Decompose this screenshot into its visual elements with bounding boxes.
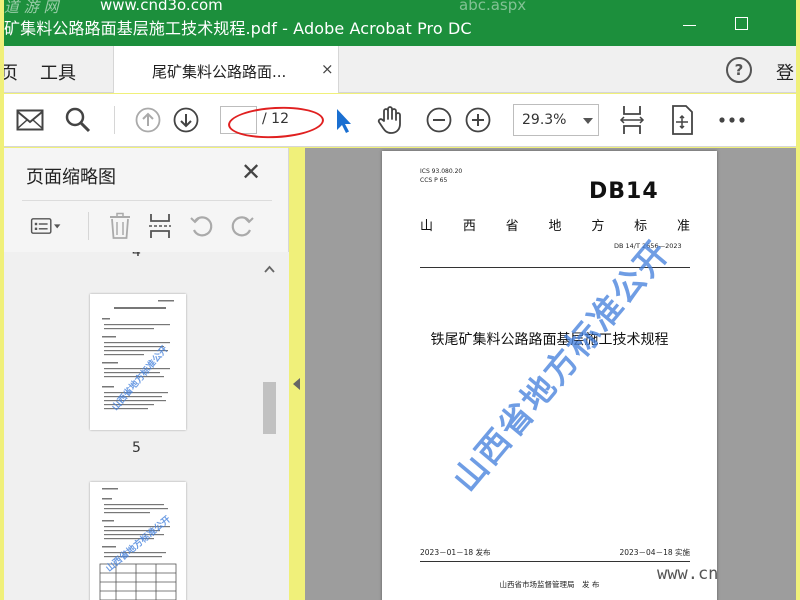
ccs-line: CCS P 65 <box>420 177 448 184</box>
thumbnail-options-icon[interactable] <box>30 210 62 242</box>
more-icon[interactable] <box>716 104 748 136</box>
svg-text:山西省地方标准公开: 山西省地方标准公开 <box>109 343 170 413</box>
document-tab-label: 尾矿集料公路路面... <box>152 63 287 81</box>
zoom-out-icon[interactable] <box>423 104 455 136</box>
panel-title: 页面缩略图 <box>26 167 116 188</box>
page-down-icon[interactable] <box>170 104 202 136</box>
trash-icon[interactable] <box>104 210 136 242</box>
maximize-button[interactable] <box>733 12 757 34</box>
document-view[interactable]: ICS 93.080.20 CCS P 65 DB14 山 西 省 地 方 标 … <box>305 148 796 600</box>
close-panel-icon[interactable]: ✕ <box>241 160 261 184</box>
thumbnail-page-6[interactable]: 山西省地方标准公开 <box>90 482 186 600</box>
thumbnail-panel: 页面缩略图 ✕ 4 山西省地方标准公开 5 山西省地方标准公开 <box>4 148 289 600</box>
svg-text:山西省地方标准公开: 山西省地方标准公开 <box>103 513 173 574</box>
standard-char: 方 <box>591 219 605 234</box>
tab-bar: 页 工具 尾矿集料公路路面... × ? 登 <box>4 46 796 93</box>
acrobat-window: 道 游 网 www.cnd3o.com abc.aspx 矿集料公路路面基层施工… <box>4 0 796 600</box>
toolbar-divider <box>114 106 115 134</box>
minimize-button[interactable] <box>680 12 704 34</box>
help-icon[interactable]: ? <box>726 57 752 83</box>
fit-width-icon[interactable] <box>616 104 648 136</box>
standard-char: 山 <box>420 219 434 234</box>
standard-char: 准 <box>676 219 690 234</box>
toolbar: / 12 29.3% <box>4 94 796 147</box>
date-line: 2023－01－18 发布 2023－04－18 实施 <box>420 547 690 558</box>
publish-date: 2023－01－18 发布 <box>420 548 491 557</box>
scrollbar-thumb[interactable] <box>263 382 276 434</box>
rotate-right-icon[interactable] <box>226 210 258 242</box>
db-code: DB14 <box>589 179 659 204</box>
zoom-select[interactable]: 29.3% <box>513 104 599 136</box>
ics-code: ICS 93.080.20 CCS P 65 <box>420 167 462 185</box>
rotate-left-icon[interactable] <box>186 210 218 242</box>
tab-tools[interactable]: 工具 <box>40 59 76 85</box>
extract-pages-icon[interactable] <box>144 210 176 242</box>
ics-line: ICS 93.080.20 <box>420 168 463 175</box>
collapse-panel-icon[interactable] <box>293 378 300 390</box>
thumbnail-page-number: 5 <box>132 440 141 456</box>
standard-char: 西 <box>462 219 476 234</box>
title-bar: 道 游 网 www.cnd3o.com abc.aspx 矿集料公路路面基层施工… <box>4 0 796 46</box>
panel-toolbar-divider <box>88 212 89 240</box>
standard-char: 地 <box>548 219 562 234</box>
effective-date: 2023－04－18 实施 <box>619 548 690 557</box>
hand-icon[interactable] <box>374 104 406 136</box>
zoom-in-icon[interactable] <box>462 104 494 136</box>
url-watermark: www.cnd3o.com <box>100 0 223 14</box>
standard-heading: 山 西 省 地 方 标 准 <box>420 215 690 234</box>
tab-home[interactable]: 页 <box>4 59 18 85</box>
page-up-icon[interactable] <box>132 104 164 136</box>
corner-watermark: www.cn <box>657 564 719 584</box>
window-title: 矿集料公路路面基层施工技术规程.pdf - Adobe Acrobat Pro … <box>4 19 472 38</box>
footer-rule <box>420 561 690 562</box>
tab-document[interactable]: 尾矿集料公路路面... × <box>113 46 339 93</box>
thumbnail-page-5[interactable]: 山西省地方标准公开 <box>90 294 186 430</box>
search-icon[interactable] <box>62 104 94 136</box>
zoom-value: 29.3% <box>522 112 567 128</box>
thumbnail-scrollbar[interactable] <box>261 260 278 598</box>
select-cursor-icon[interactable] <box>326 104 358 136</box>
close-window-button[interactable] <box>776 12 796 34</box>
panel-divider <box>22 200 272 201</box>
thumbnail-page-number: 4 <box>132 252 141 260</box>
sign-in-button[interactable]: 登 <box>776 59 794 85</box>
scroll-up-icon[interactable] <box>261 262 278 276</box>
close-tab-icon[interactable]: × <box>321 60 334 78</box>
scroll-mode-icon[interactable] <box>666 104 698 136</box>
chevron-down-icon <box>583 118 593 124</box>
url-watermark-right: abc.aspx <box>459 0 527 14</box>
thumbnail-list: 4 山西省地方标准公开 5 山西省地方标准公开 <box>4 252 289 600</box>
mail-icon[interactable] <box>14 104 46 136</box>
standard-char: 省 <box>505 219 519 234</box>
